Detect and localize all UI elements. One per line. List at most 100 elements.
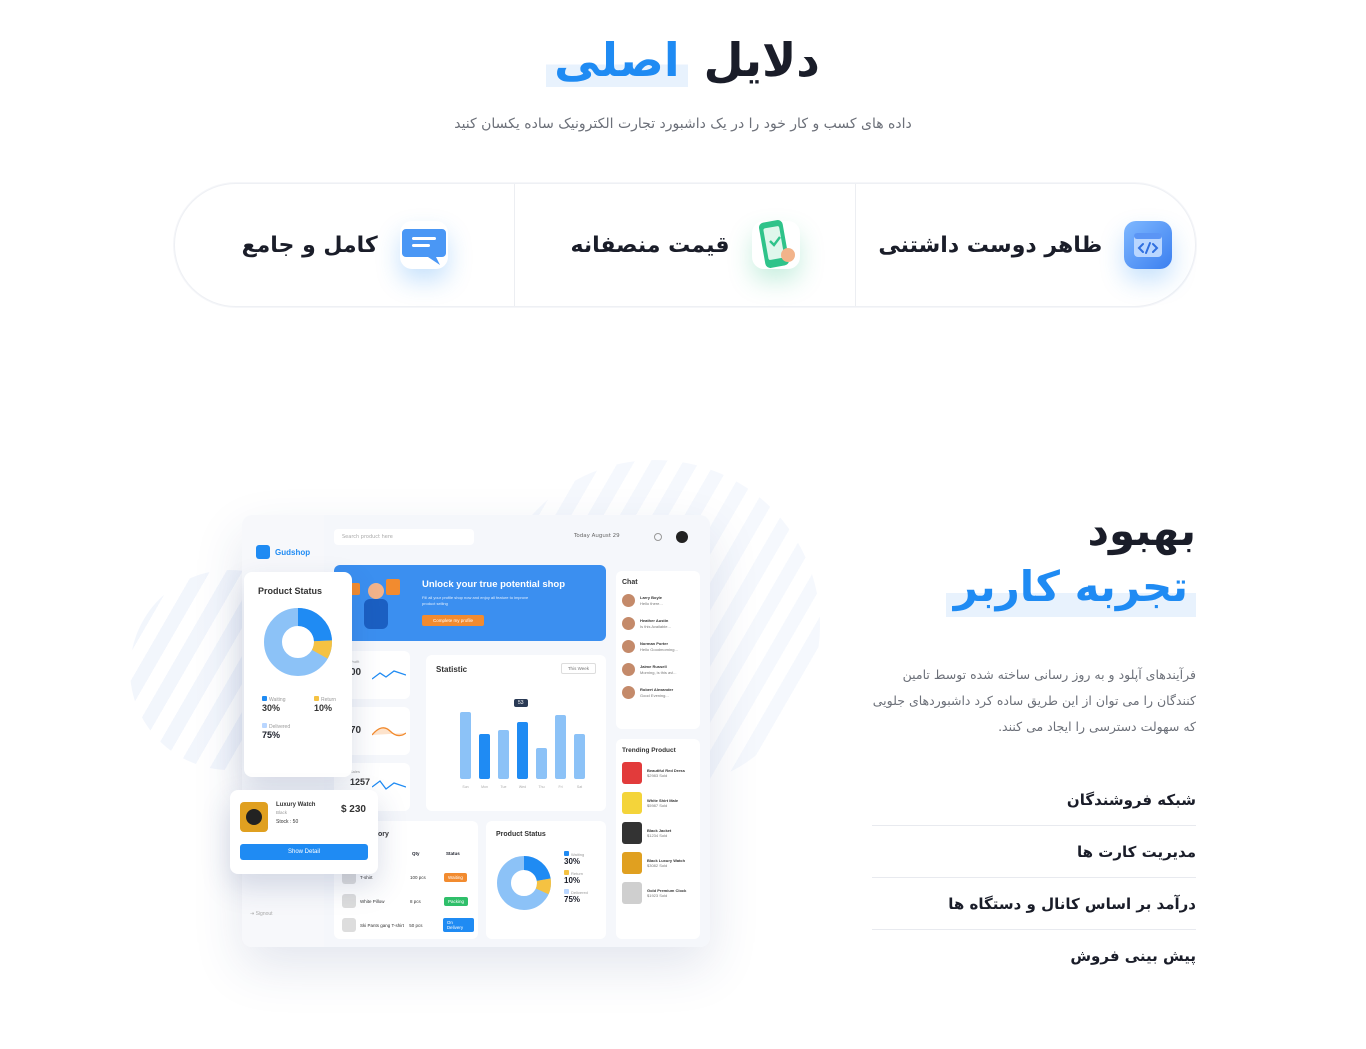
statistic-day-label: Thu bbox=[538, 785, 545, 789]
sparkline bbox=[372, 780, 406, 790]
statistic-title: Statistic bbox=[436, 665, 468, 674]
watch-name: Luxury Watch bbox=[276, 802, 316, 808]
ux-description: فرآیندهای آپلود و به روز رسانی ساخته شده… bbox=[872, 667, 1196, 734]
ux-title: بهبود تجربه کاربر bbox=[945, 505, 1196, 617]
inventory-qty: 100 pcs bbox=[410, 874, 426, 880]
trending-item[interactable]: Black Luxury Watch $3082 Sold bbox=[622, 852, 694, 874]
chat-item[interactable]: Larry Boyle Hello there... bbox=[622, 594, 694, 607]
inventory-header-qty: Qty bbox=[412, 851, 420, 856]
watch-thumbnail bbox=[240, 802, 268, 832]
ux-title-line2: تجربه کاربر bbox=[945, 557, 1196, 617]
avatar bbox=[622, 594, 635, 607]
show-detail-button[interactable]: Show Detail bbox=[240, 844, 368, 860]
dashboard-search-input[interactable]: Search product here bbox=[334, 529, 474, 545]
chat-item[interactable]: Heather Austin Is this Available... bbox=[622, 617, 694, 630]
ux-title-line1: بهبود bbox=[1087, 506, 1196, 555]
legend-value: 30% bbox=[262, 703, 281, 713]
features-strip: ظاهر دوست داشتنی قیمت منصفانه کامل و جام… bbox=[174, 183, 1196, 307]
watch-icon bbox=[246, 809, 262, 825]
statistic-bar bbox=[555, 715, 566, 779]
signout-link[interactable]: ⇥ Signout bbox=[250, 911, 273, 917]
feature-fair-price: قیمت منصفانه bbox=[515, 184, 856, 306]
product-thumbnail bbox=[622, 792, 642, 814]
signout-label: Signout bbox=[255, 911, 273, 917]
complete-profile-button[interactable]: Complete my profile bbox=[422, 615, 484, 626]
trending-text: White Shirt Male $5987 Sold bbox=[647, 797, 679, 809]
inventory-title: ory bbox=[378, 831, 389, 838]
statistic-bar bbox=[536, 748, 547, 779]
chat-text: Larry Boyle Hello there... bbox=[640, 595, 663, 606]
chat-text: Robert Alexander Good Evening... bbox=[640, 687, 674, 698]
floating-product-status: Product Status Waiting 30% Return 10% Deli… bbox=[244, 572, 352, 777]
chat-text: Heather Austin Is this Available... bbox=[640, 618, 671, 629]
trending-item[interactable]: Gold Premium Clock $1923 Sold bbox=[622, 882, 694, 904]
ux-list-item[interactable]: درآمد بر اساس کانال و دستگاه ها bbox=[872, 878, 1196, 930]
shop-logo-icon bbox=[256, 545, 270, 559]
trending-item[interactable]: Black Jacket $1234 Sold bbox=[622, 822, 694, 844]
date-label[interactable]: Today August 29 bbox=[574, 533, 620, 539]
statistic-day-label: Wed bbox=[518, 785, 527, 789]
trending-list: Beautiful Red Dress $2983 Sold White Shirt… bbox=[622, 762, 694, 904]
product-status-title: Product Status bbox=[496, 831, 546, 838]
chat-item[interactable]: Robert Alexander Good Evening... bbox=[622, 686, 694, 699]
feature-complete: کامل و جامع bbox=[175, 184, 516, 306]
inventory-row[interactable]: Ski Pants gang T-shirt 50 pcs On Delivery bbox=[342, 913, 474, 937]
trending-item[interactable]: White Shirt Male $5987 Sold bbox=[622, 792, 694, 814]
bell-icon[interactable] bbox=[654, 533, 662, 541]
statistic-days: Sun Mon Tue Wed Thu Fri Sat bbox=[460, 785, 610, 789]
hero-subtitle: داده های کسب و کار خود را در یک داشبورد … bbox=[454, 116, 912, 132]
status-badge: Waiting bbox=[444, 872, 467, 882]
ux-list-item[interactable]: شبکه فروشندگان bbox=[872, 774, 1196, 826]
legend-value: 10% bbox=[313, 703, 332, 713]
trending-text: Black Jacket $1234 Sold bbox=[647, 827, 672, 839]
sparkline bbox=[372, 727, 406, 737]
statistic-card: Statistic This Week 53 Sun Mon Tue Wed Thu Fr… bbox=[426, 655, 606, 811]
avatar bbox=[622, 686, 635, 699]
avatar bbox=[622, 617, 635, 630]
ux-list-item[interactable]: پیش بینی فروش bbox=[872, 930, 1196, 982]
feature-label: ظاهر دوست داشتنی bbox=[878, 232, 1103, 258]
status-legend: Waiting 30% Return 10% Delivered 75% bbox=[564, 851, 588, 904]
product-thumbnail bbox=[622, 762, 642, 784]
mini-card-value: 1257 bbox=[350, 777, 371, 787]
statistic-bar bbox=[517, 722, 528, 779]
watch-stock: Stock : 50 bbox=[276, 819, 299, 825]
trending-text: Gold Premium Clock $1923 Sold bbox=[647, 887, 687, 899]
floating-product-card: Luxury Watch Black Stock : 50 $ 230 Show… bbox=[230, 790, 378, 874]
watch-info: Luxury Watch Black Stock : 50 bbox=[276, 802, 315, 825]
legend-delivered-value: 75% bbox=[564, 895, 581, 904]
inventory-header-status: Status bbox=[446, 851, 460, 856]
chat-item[interactable]: Jaime Russell Morning, is this avl... bbox=[622, 663, 694, 676]
floating-status-legend: Waiting 30% Return 10% Delivered 75% bbox=[262, 696, 336, 740]
status-badge: On Delivery bbox=[442, 918, 474, 932]
statistic-bar bbox=[460, 711, 471, 779]
statistic-day-label: Sat bbox=[576, 785, 583, 789]
brand-name: Gudshop bbox=[275, 547, 311, 557]
chat-list: Larry Boyle Hello there... Heather Austin I… bbox=[622, 594, 694, 699]
product-thumbnail bbox=[342, 894, 356, 908]
avatar[interactable] bbox=[676, 531, 688, 543]
statistic-bar bbox=[498, 729, 509, 779]
inventory-qty: 50 pcs bbox=[409, 922, 423, 928]
trending-text: Black Luxury Watch $3082 Sold bbox=[647, 857, 686, 869]
trending-card: Trending Product Beautiful Red Dress $298… bbox=[616, 739, 700, 939]
chat-item[interactable]: Norman Porter Hello Goodmorning... bbox=[622, 640, 694, 653]
floating-status-title: Product Status bbox=[258, 586, 323, 596]
avatar bbox=[622, 640, 635, 653]
trending-text: Beautiful Red Dress $2983 Sold bbox=[647, 767, 686, 779]
legend-waiting-value: 30% bbox=[564, 857, 581, 866]
donut-chart bbox=[497, 856, 551, 910]
statistic-day-label: Fri bbox=[558, 785, 563, 789]
trending-item[interactable]: Beautiful Red Dress $2983 Sold bbox=[622, 762, 694, 784]
ux-list-item[interactable]: مدیریت کارت ها bbox=[872, 826, 1196, 878]
product-thumbnail bbox=[342, 918, 356, 932]
statistic-bars bbox=[460, 693, 610, 779]
avatar bbox=[622, 663, 635, 676]
inventory-row[interactable]: White Pillow 8 pcs Packing bbox=[342, 889, 474, 913]
chat-card: Chat Larry Boyle Hello there... Heather Au… bbox=[616, 571, 700, 729]
donut-chart bbox=[264, 608, 332, 676]
statistic-filter[interactable]: This Week bbox=[560, 663, 596, 674]
inventory-item: White Pillow bbox=[360, 898, 385, 904]
product-thumbnail bbox=[622, 852, 642, 874]
hero-title: دلایل اصلی bbox=[0, 30, 1366, 90]
